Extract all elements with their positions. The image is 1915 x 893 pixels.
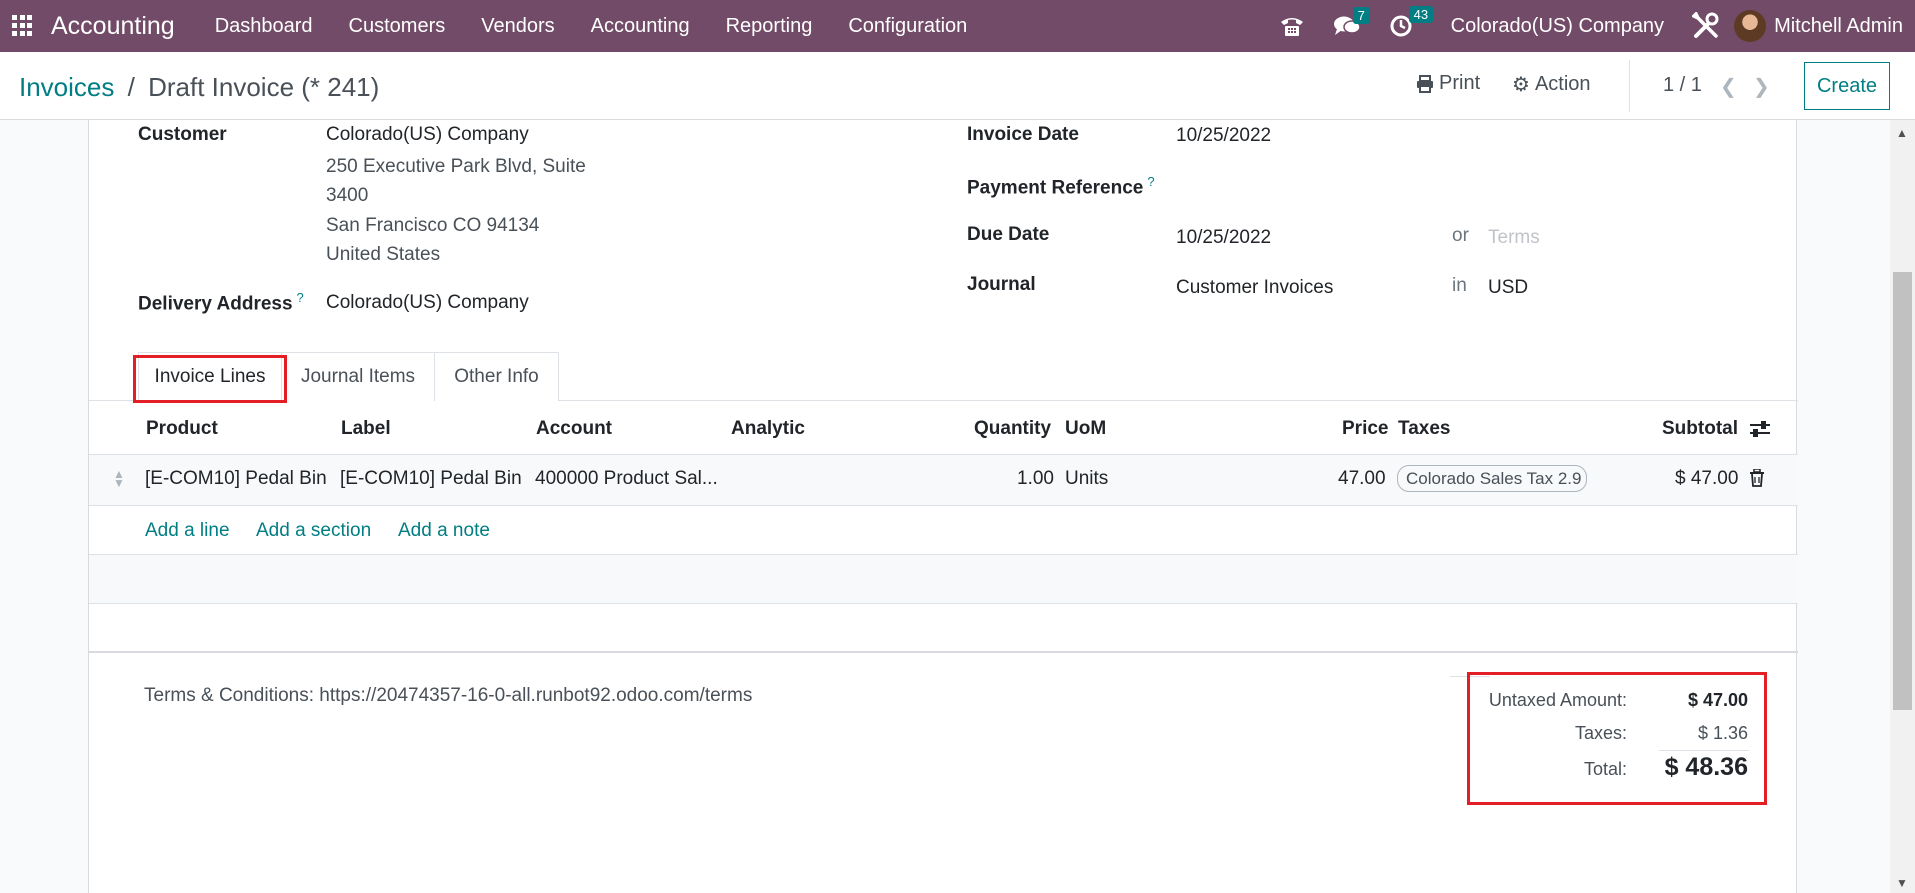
invoice-form-sheet: Customer Colorado(US) Company 250 Execut… (88, 120, 1798, 893)
delivery-address-field[interactable]: Colorado(US) Company (326, 292, 529, 314)
create-button[interactable]: Create (1804, 62, 1890, 110)
drag-handle-icon[interactable]: ▲ ▼ (113, 468, 125, 489)
payment-reference-text: Payment Reference (967, 177, 1144, 199)
scroll-down-icon[interactable]: ▼ (1896, 876, 1908, 890)
customer-address-line2: 3400 (326, 185, 369, 206)
print-icon (1417, 74, 1433, 93)
add-note-link[interactable]: Add a note (398, 520, 490, 542)
control-divider (1629, 60, 1630, 112)
col-uom[interactable]: UoM (1065, 418, 1106, 440)
delivery-address-label: Delivery Address? (138, 290, 304, 315)
cell-account[interactable]: 400000 Product Sal... (535, 468, 718, 490)
cell-quantity[interactable]: 1.00 (1017, 468, 1054, 490)
col-account[interactable]: Account (536, 418, 612, 440)
menu-reporting[interactable]: Reporting (726, 15, 813, 38)
breadcrumb: Invoices / Draft Invoice (* 241) (19, 72, 379, 103)
tab-journal-items[interactable]: Journal Items (282, 352, 435, 401)
currency-field[interactable]: USD (1488, 277, 1528, 299)
in-label: in (1452, 275, 1467, 296)
col-subtotal[interactable]: Subtotal (1662, 418, 1738, 440)
print-label: Print (1439, 72, 1481, 94)
payment-terms-field[interactable]: Terms (1488, 227, 1540, 249)
invoice-lines-highlight (133, 355, 287, 403)
col-product[interactable]: Product (146, 418, 218, 440)
activities-icon[interactable]: 43 (1389, 6, 1434, 38)
top-navbar: Accounting Dashboard Customers Vendors A… (0, 0, 1915, 52)
app-brand[interactable]: Accounting (51, 12, 175, 41)
chevron-left-icon[interactable]: ❮ (1720, 74, 1737, 99)
col-label[interactable]: Label (341, 418, 391, 440)
user-menu[interactable]: Mitchell Admin (1774, 15, 1903, 38)
action-label: Action (1534, 73, 1591, 95)
action-button[interactable]: ⚙ Action (1512, 72, 1591, 97)
journal-field[interactable]: Customer Invoices (1176, 277, 1333, 299)
col-price[interactable]: Price (1342, 418, 1388, 440)
breadcrumb-current: Draft Invoice (* 241) (148, 72, 380, 102)
totals-highlight (1467, 672, 1767, 805)
delivery-address-text: Delivery Address (138, 293, 293, 315)
col-quantity[interactable]: Quantity (974, 418, 1051, 440)
customer-address-line4: United States (326, 244, 441, 265)
debug-tools-icon[interactable] (1692, 12, 1720, 40)
cell-product[interactable]: [E-COM10] Pedal Bin (145, 468, 327, 490)
customer-field[interactable]: Colorado(US) Company (326, 124, 529, 146)
phone-icon[interactable] (1279, 15, 1305, 37)
pager-value[interactable]: 1 / 1 (1663, 74, 1702, 97)
messages-badge: 7 (1352, 7, 1370, 24)
menu-accounting[interactable]: Accounting (591, 15, 690, 38)
due-date-label: Due Date (967, 224, 1050, 245)
tax-tag[interactable]: Colorado Sales Tax 2.9 (1397, 465, 1587, 492)
menu-vendors[interactable]: Vendors (481, 15, 554, 38)
empty-row (89, 555, 1798, 603)
activities-badge: 43 (1408, 6, 1434, 23)
menu-dashboard[interactable]: Dashboard (215, 15, 313, 38)
gear-icon: ⚙ (1512, 74, 1530, 96)
or-label: or (1452, 225, 1469, 246)
apps-menu-icon[interactable] (12, 15, 34, 37)
row-divider (89, 603, 1798, 604)
company-switcher[interactable]: Colorado(US) Company (1451, 15, 1664, 38)
journal-label: Journal (967, 274, 1036, 295)
tab-other-info[interactable]: Other Info (435, 352, 559, 401)
cell-price[interactable]: 47.00 (1338, 468, 1386, 490)
menu-customers[interactable]: Customers (349, 15, 446, 38)
col-analytic[interactable]: Analytic (731, 418, 805, 440)
table-bottom-border (89, 651, 1798, 653)
customer-label: Customer (138, 124, 227, 145)
terms-conditions[interactable]: Terms & Conditions: https://20474357-16-… (144, 685, 752, 707)
breadcrumb-invoices[interactable]: Invoices (19, 72, 114, 102)
scrollbar-thumb[interactable] (1893, 272, 1912, 710)
cell-subtotal[interactable]: $ 47.00 (1675, 468, 1738, 490)
payment-reference-label: Payment Reference? (967, 174, 1155, 199)
print-button[interactable]: Print (1416, 72, 1480, 95)
optional-columns-icon[interactable] (1749, 419, 1771, 444)
help-icon[interactable]: ? (297, 290, 304, 305)
menu-configuration[interactable]: Configuration (848, 15, 967, 38)
messages-icon[interactable]: 7 (1333, 7, 1370, 37)
breadcrumb-separator: / (127, 72, 135, 102)
invoice-date-field[interactable]: 10/25/2022 (1176, 125, 1271, 147)
control-panel: Invoices / Draft Invoice (* 241) Print ⚙… (0, 52, 1915, 120)
due-date-field[interactable]: 10/25/2022 (1176, 227, 1271, 249)
add-section-link[interactable]: Add a section (256, 520, 371, 542)
chevron-right-icon[interactable]: ❯ (1753, 74, 1770, 99)
col-taxes[interactable]: Taxes (1398, 418, 1450, 440)
invoice-date-label: Invoice Date (967, 124, 1079, 145)
cell-uom[interactable]: Units (1065, 468, 1108, 490)
cell-label[interactable]: [E-COM10] Pedal Bin (340, 468, 522, 490)
customer-address-line1: 250 Executive Park Blvd, Suite (326, 156, 586, 177)
user-avatar[interactable] (1734, 10, 1767, 42)
customer-address-line3: San Francisco CO 94134 (326, 215, 540, 236)
help-icon[interactable]: ? (1147, 174, 1154, 189)
add-line-link[interactable]: Add a line (145, 520, 230, 542)
trash-icon[interactable] (1749, 468, 1765, 492)
scroll-up-icon[interactable]: ▲ (1896, 126, 1908, 140)
